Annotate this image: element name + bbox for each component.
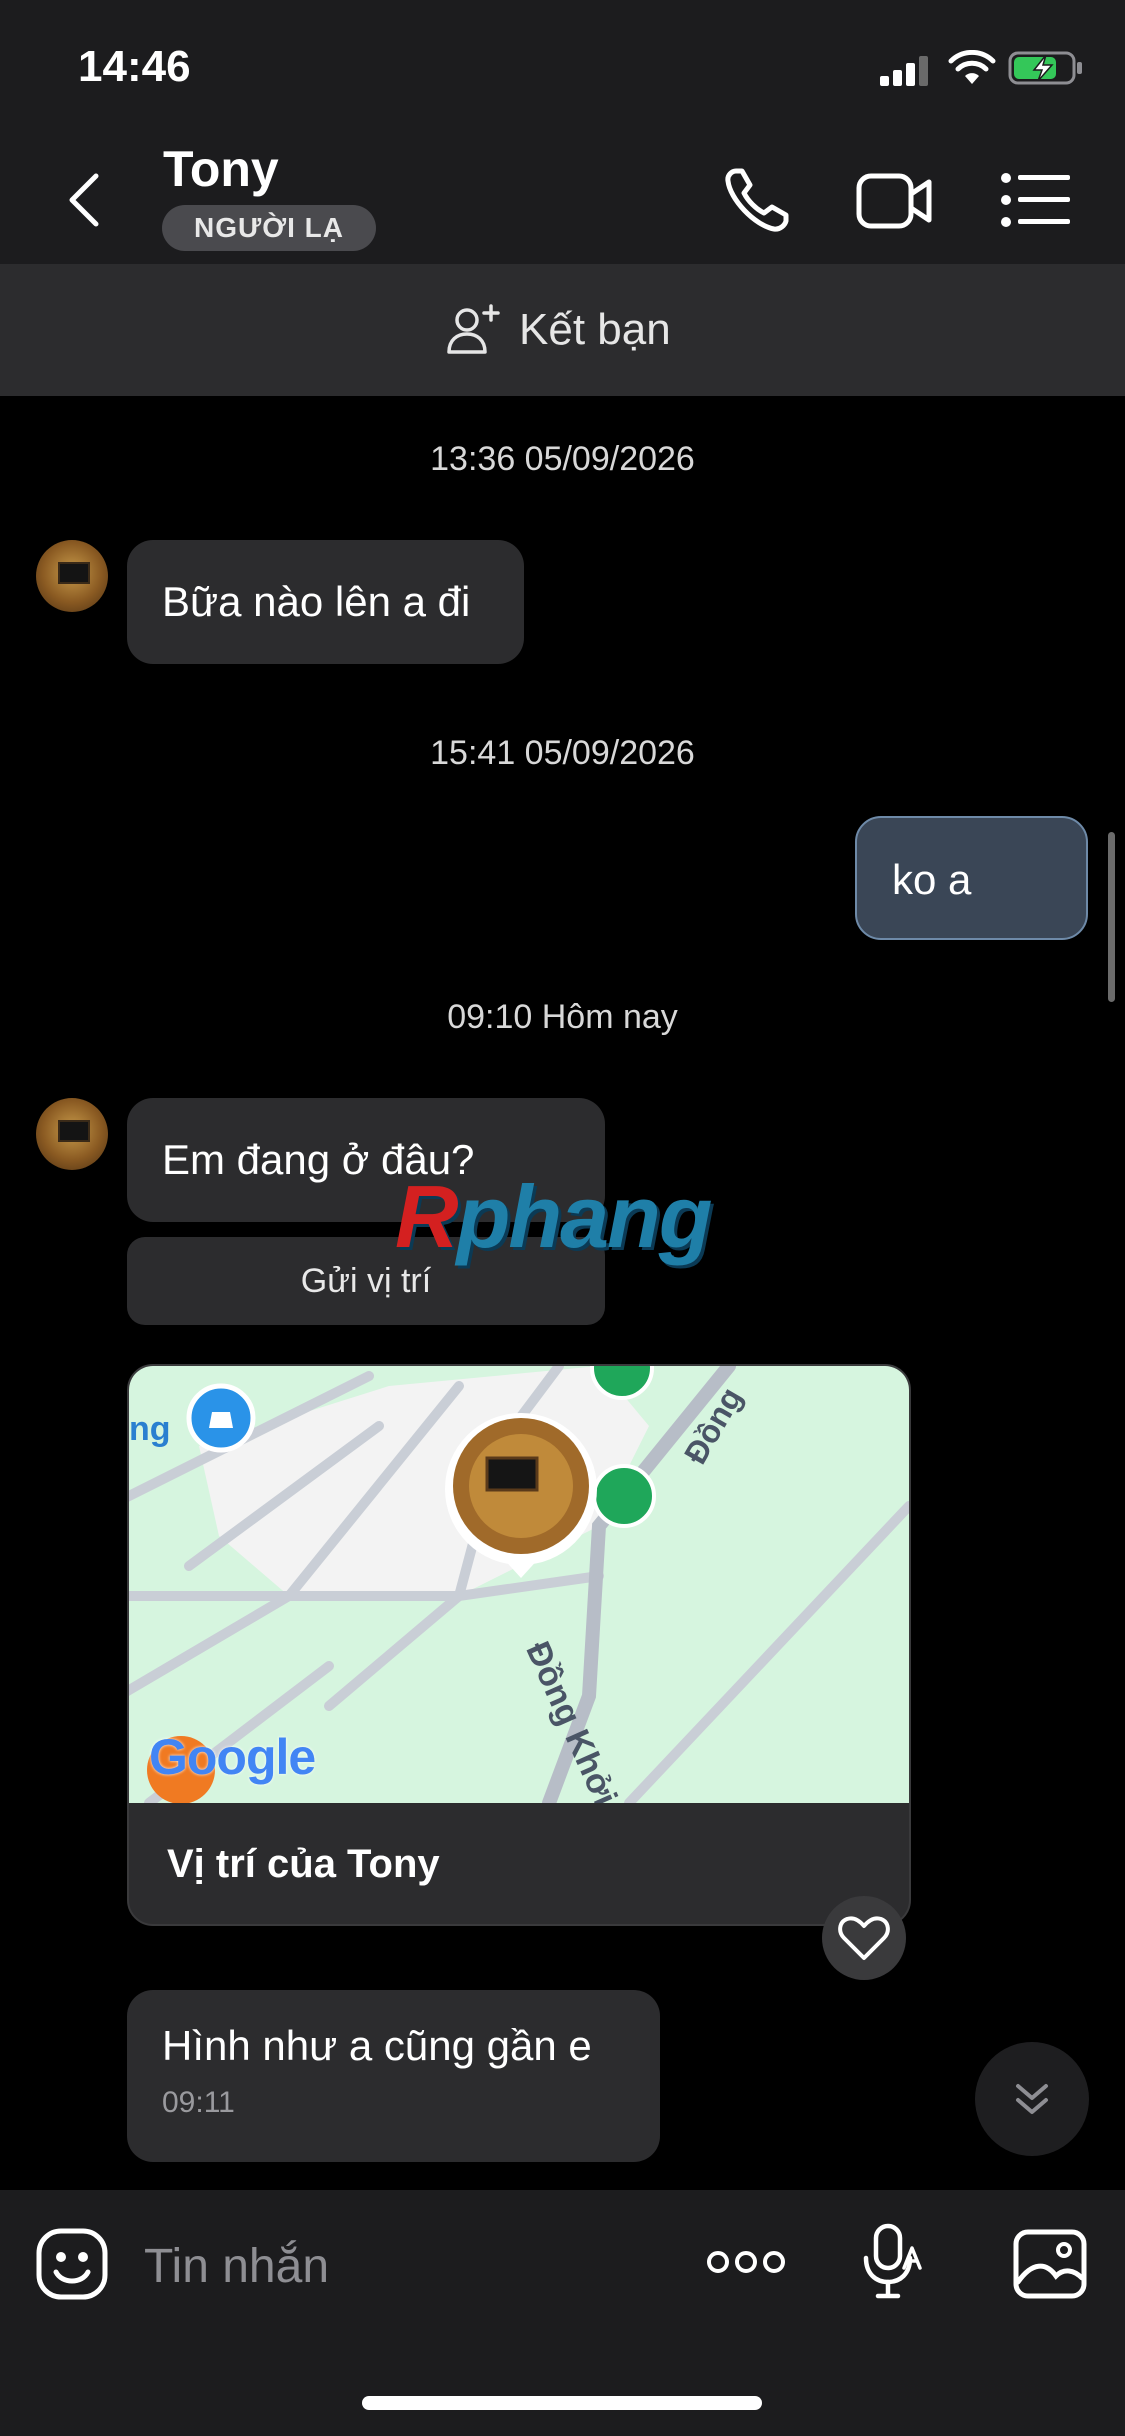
google-logo: Google bbox=[149, 1728, 316, 1786]
video-call-button[interactable] bbox=[855, 168, 935, 234]
scroll-to-bottom-button[interactable] bbox=[975, 2042, 1089, 2156]
back-button[interactable] bbox=[60, 170, 110, 230]
message-input[interactable] bbox=[142, 2230, 666, 2302]
sticker-emoji-button[interactable] bbox=[34, 2226, 110, 2302]
more-options-button[interactable] bbox=[706, 2240, 786, 2284]
scrollbar[interactable] bbox=[1108, 832, 1115, 1002]
image-gallery-button[interactable] bbox=[1012, 2228, 1088, 2300]
timestamp-divider: 09:10 Hôm nay bbox=[447, 998, 678, 1036]
timestamp-divider: 13:36 05/09/2026 bbox=[430, 440, 695, 478]
add-user-icon bbox=[447, 304, 500, 354]
react-heart-button[interactable] bbox=[822, 1896, 906, 1980]
battery-icon bbox=[1008, 51, 1082, 85]
message-time: 09:11 bbox=[162, 2086, 235, 2119]
add-friend-button[interactable]: Kết bạn bbox=[445, 298, 671, 362]
contact-avatar[interactable] bbox=[36, 540, 108, 612]
incoming-message[interactable]: Hình như a cũng gần e 09:11 bbox=[127, 1990, 660, 2162]
wifi-icon bbox=[948, 50, 996, 84]
phone-call-button[interactable] bbox=[722, 165, 792, 235]
timestamp-divider: 15:41 05/09/2026 bbox=[430, 734, 695, 772]
contact-avatar[interactable] bbox=[36, 1098, 108, 1170]
stranger-badge: NGƯỜI LẠ bbox=[162, 205, 376, 251]
chevron-double-down-icon bbox=[1016, 2084, 1048, 2114]
outgoing-message[interactable]: ko a bbox=[855, 816, 1088, 940]
location-card[interactable]: Đồng Khởi Đồng ng Google Vị trí của Tony bbox=[127, 1364, 911, 1926]
voice-to-text-button[interactable] bbox=[860, 2222, 926, 2302]
location-title: Vị trí của Tony bbox=[167, 1842, 440, 1886]
status-time: 14:46 bbox=[78, 42, 191, 91]
map-preview[interactable]: Đồng Khởi Đồng ng Google bbox=[129, 1366, 909, 1803]
place-label: ng bbox=[129, 1410, 171, 1448]
watermark-r: R bbox=[395, 1167, 459, 1266]
add-friend-label: Kết bạn bbox=[519, 305, 671, 354]
watermark-rest: phang bbox=[456, 1167, 713, 1266]
heart-icon bbox=[838, 1916, 890, 1960]
menu-list-button[interactable] bbox=[1000, 170, 1072, 230]
google-logo-text: Google bbox=[149, 1729, 316, 1785]
incoming-message[interactable]: Bữa nào lên a đi bbox=[127, 540, 524, 664]
contact-name[interactable]: Tony bbox=[163, 140, 279, 198]
message-text: Hình như a cũng gần e bbox=[162, 2022, 592, 2069]
home-indicator[interactable] bbox=[362, 2396, 762, 2410]
watermark-logo: Rphang bbox=[395, 1166, 713, 1268]
signal-icon bbox=[880, 56, 932, 86]
